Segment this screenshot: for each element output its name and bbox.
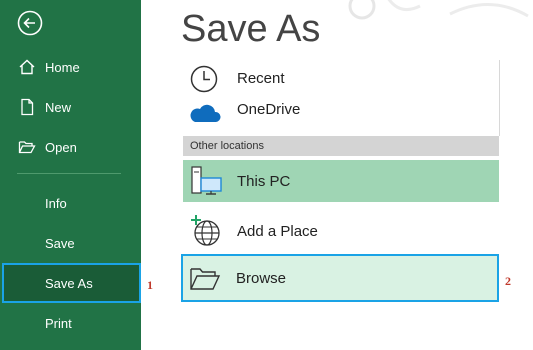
sidebar-item-label: Save As — [45, 275, 93, 291]
back-arrow-icon[interactable] — [17, 10, 43, 36]
section-header-other-locations: Other locations — [183, 136, 499, 156]
watermark-graphic — [348, 0, 529, 20]
sidebar-item-open[interactable]: Open — [0, 129, 141, 165]
sidebar-item-home[interactable]: Home — [0, 49, 141, 85]
callout-number: 1 — [147, 278, 153, 292]
sidebar-item-label: New — [45, 99, 72, 115]
backstage-sidebar: Home New Open Info Save Save As Print — [0, 0, 141, 350]
sidebar-item-label: Info — [45, 195, 67, 211]
location-recent[interactable]: Recent — [183, 62, 499, 94]
folder-open-icon — [18, 141, 36, 154]
page-title: Save As — [181, 8, 321, 50]
sidebar-item-save-as[interactable]: Save As — [2, 263, 141, 303]
section-header-label: Other locations — [190, 140, 264, 152]
sidebar-item-label: Print — [45, 315, 72, 331]
divider — [499, 60, 500, 136]
location-add-place[interactable]: Add a Place — [183, 210, 499, 252]
location-label: Add a Place — [237, 222, 318, 240]
sidebar-item-label: Save — [45, 235, 75, 251]
sidebar-item-label: Home — [45, 59, 80, 75]
computer-icon — [191, 166, 222, 195]
sidebar-item-print[interactable]: Print — [0, 305, 141, 341]
new-document-icon — [21, 98, 34, 116]
location-label: Recent — [237, 69, 285, 87]
sidebar-item-new[interactable]: New — [0, 89, 141, 125]
sidebar-item-save[interactable]: Save — [0, 225, 141, 261]
location-label: Browse — [236, 269, 287, 287]
location-label: OneDrive — [237, 100, 301, 118]
globe-plus-icon — [191, 215, 220, 246]
location-this-pc[interactable]: This PC — [183, 160, 499, 202]
clock-icon — [190, 65, 218, 93]
home-icon — [19, 59, 35, 75]
cloud-icon — [190, 104, 221, 122]
location-onedrive[interactable]: OneDrive — [183, 94, 499, 124]
callout-number: 2 — [505, 274, 511, 288]
sidebar-item-info[interactable]: Info — [0, 185, 141, 221]
location-label: This PC — [237, 172, 291, 190]
sidebar-divider — [17, 173, 121, 174]
location-browse[interactable]: Browse — [181, 254, 499, 302]
sidebar-item-label: Open — [45, 139, 77, 155]
folder-icon — [190, 268, 221, 290]
